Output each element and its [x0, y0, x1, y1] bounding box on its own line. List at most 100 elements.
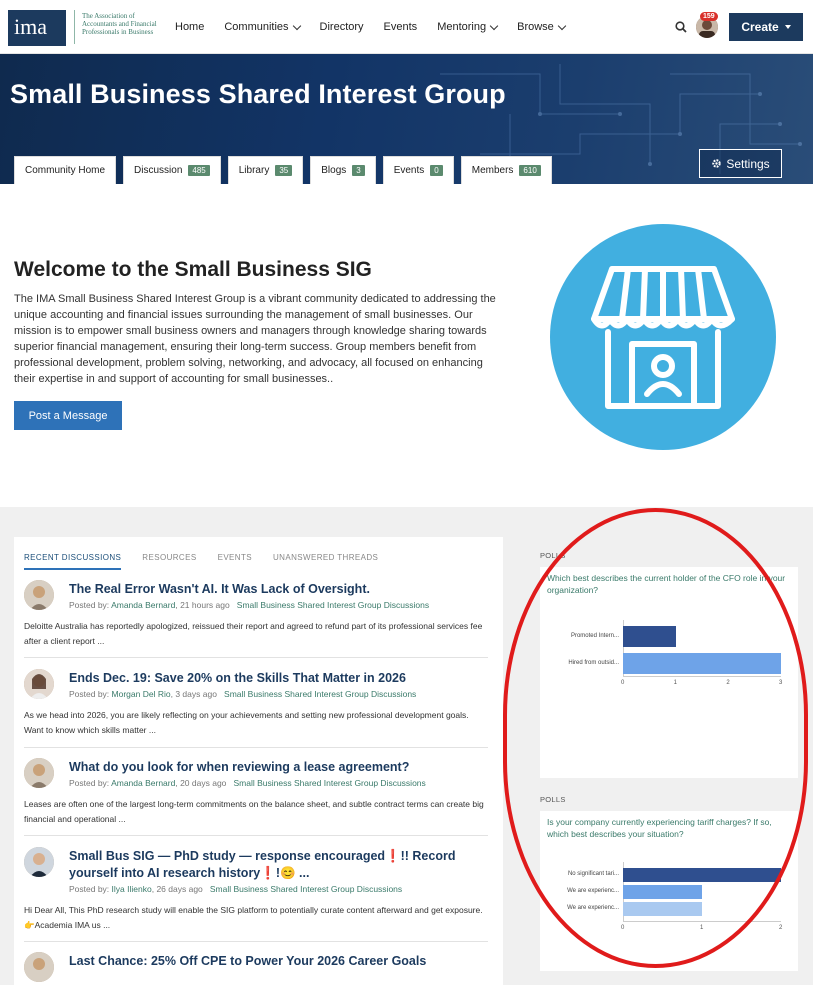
author-link[interactable]: Ilya Ilienko [112, 884, 152, 894]
poll-bar[interactable] [623, 902, 702, 916]
axis-tick-label: 0 [621, 925, 625, 931]
poll-card: Which best describes the current holder … [540, 567, 798, 778]
group-link[interactable]: Small Business Shared Interest Group Dis… [234, 778, 426, 788]
chevron-down-icon [292, 21, 301, 30]
nav-communities-label: Communities [224, 21, 289, 33]
discussion-excerpt: Leases are often one of the largest long… [24, 799, 484, 824]
list-item: The Real Error Wasn't AI. It Was Lack of… [24, 580, 488, 658]
posted-by-label: Posted by: [69, 778, 110, 788]
post-meta: Posted by: Morgan Del Rio, 3 days ago Sm… [69, 689, 417, 699]
author-link[interactable]: Amanda Bernard [111, 778, 175, 788]
nav-events-label: Events [383, 21, 418, 33]
group-link[interactable]: Small Business Shared Interest Group Dis… [224, 689, 416, 699]
welcome-title: Welcome to the Small Business SIG [14, 258, 372, 281]
axis-tick-label: 3 [779, 680, 783, 686]
discussions-panel: RECENT DISCUSSIONS RESOURCES EVENTS UNAN… [14, 537, 503, 985]
tab-events-list[interactable]: EVENTS [218, 553, 252, 570]
tab-recent-discussions[interactable]: RECENT DISCUSSIONS [24, 553, 122, 570]
nav-home[interactable]: Home [175, 21, 204, 33]
tab-label: Community Home [25, 165, 106, 176]
group-link[interactable]: Small Business Shared Interest Group Dis… [210, 884, 402, 894]
nav-directory-label: Directory [319, 21, 364, 33]
storefront-illustration [550, 224, 776, 450]
nav-browse-label: Browse [517, 21, 554, 33]
nav-mentoring[interactable]: Mentoring [437, 21, 499, 33]
discussion-tabs: RECENT DISCUSSIONS RESOURCES EVENTS UNAN… [24, 553, 378, 570]
tab-library[interactable]: Library 35 [227, 156, 304, 184]
community-tabs: Community Home Discussion 485 Library 35 B… [14, 156, 552, 184]
axis-tick-label: 1 [700, 925, 704, 931]
author-link[interactable]: Morgan Del Rio [112, 689, 171, 699]
post-message-button[interactable]: Post a Message [14, 401, 122, 430]
avatar[interactable] [24, 758, 54, 788]
axis-tick-label: 2 [726, 680, 730, 686]
tab-events[interactable]: Events 0 [382, 156, 454, 184]
discussion-title[interactable]: Small Bus SIG — PhD study — response enc… [69, 848, 479, 882]
avatar[interactable] [24, 669, 54, 699]
bar-category-label: Promoted Intern... [570, 632, 619, 639]
avatar[interactable] [24, 580, 54, 610]
post-meta: Posted by: Amanda Bernard, 20 days ago S… [69, 778, 426, 788]
chart-baseline [623, 921, 781, 922]
top-navigation-bar: ima The Association of Accountants and F… [0, 0, 813, 54]
list-item: Small Bus SIG — PhD study — response enc… [24, 847, 488, 942]
count-badge: 3 [352, 165, 365, 176]
tab-members[interactable]: Members 610 [460, 156, 552, 184]
bar-category-label: We are experienc... [567, 905, 619, 911]
list-item: Last Chance: 25% Off CPE to Power Your 2… [24, 952, 488, 985]
post-meta: Posted by: Ilya Ilienko, 26 days ago Sma… [69, 884, 403, 894]
discussion-title[interactable]: Ends Dec. 19: Save 20% on the Skills Tha… [69, 670, 479, 687]
poll-bar[interactable] [623, 653, 781, 674]
nav-directory[interactable]: Directory [320, 21, 364, 33]
count-badge: 485 [188, 165, 210, 176]
create-button-label: Create [741, 20, 779, 34]
nav-mentoring-label: Mentoring [437, 21, 487, 33]
discussion-title[interactable]: Last Chance: 25% Off CPE to Power Your 2… [69, 953, 479, 970]
posted-by-label: Posted by: [69, 600, 110, 610]
notification-badge[interactable]: 159 [700, 12, 718, 21]
chevron-down-icon [557, 21, 567, 30]
main-nav: Home Communities Directory Events Mentor… [175, 0, 585, 54]
poll-bar[interactable] [623, 626, 676, 647]
list-item: Ends Dec. 19: Save 20% on the Skills Tha… [24, 669, 488, 748]
chart-baseline [623, 676, 781, 677]
tab-label: Members [471, 165, 514, 176]
bar-category-label: Hired from outsid... [568, 659, 619, 666]
author-link[interactable]: Amanda Bernard [111, 600, 175, 610]
poll-bar[interactable] [623, 885, 702, 899]
poll-question[interactable]: Is your company currently experiencing t… [547, 816, 792, 840]
tab-discussion[interactable]: Discussion 485 [123, 156, 221, 184]
poll-question[interactable]: Which best describes the current holder … [547, 572, 792, 596]
nav-events[interactable]: Events [384, 21, 418, 33]
avatar[interactable] [24, 952, 54, 982]
group-link[interactable]: Small Business Shared Interest Group Dis… [237, 600, 429, 610]
create-button[interactable]: Create [729, 13, 803, 41]
nav-communities[interactable]: Communities [224, 21, 301, 33]
avatar[interactable] [24, 847, 54, 877]
discussion-title[interactable]: The Real Error Wasn't AI. It Was Lack of… [69, 581, 479, 598]
list-item: What do you look for when reviewing a le… [24, 758, 488, 836]
settings-button[interactable]: Settings [699, 149, 782, 178]
tab-community-home[interactable]: Community Home [14, 156, 117, 184]
nav-browse[interactable]: Browse [517, 21, 567, 33]
discussion-excerpt: As we head into 2026, you are likely ref… [24, 710, 469, 735]
poll-bar[interactable] [623, 868, 781, 882]
count-badge: 35 [275, 165, 293, 176]
tab-unanswered-threads[interactable]: UNANSWERED THREADS [273, 553, 378, 570]
count-badge: 610 [519, 165, 541, 176]
logo-divider [74, 10, 75, 44]
welcome-description: The IMA Small Business Shared Interest G… [14, 293, 496, 385]
tab-label: Events [393, 165, 425, 176]
post-meta: Posted by: Amanda Bernard, 21 hours ago … [69, 600, 430, 610]
post-time: 3 days ago [175, 689, 217, 699]
storefront-icon [591, 266, 735, 409]
ima-logo[interactable]: ima [8, 10, 66, 46]
search-icon[interactable] [675, 21, 687, 33]
chevron-down-icon [489, 21, 499, 30]
count-badge: 0 [430, 165, 443, 176]
tab-blogs[interactable]: Blogs 3 [310, 156, 376, 184]
settings-label: Settings [726, 156, 770, 171]
tab-resources[interactable]: RESOURCES [142, 553, 196, 570]
axis-tick-label: 1 [673, 680, 677, 686]
discussion-title[interactable]: What do you look for when reviewing a le… [69, 759, 479, 776]
